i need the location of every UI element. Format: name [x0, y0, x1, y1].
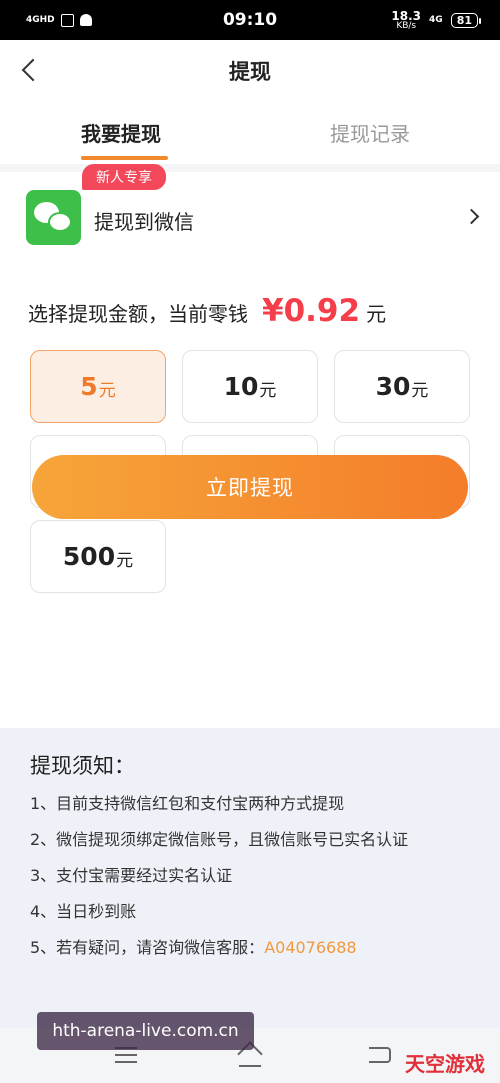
- back-button[interactable]: [14, 52, 46, 88]
- amount-option-500[interactable]: 500 元: [30, 520, 166, 593]
- amount-unit: 元: [411, 381, 429, 401]
- balance-unit: 元: [366, 302, 387, 326]
- withdraw-notice: 提现须知： 1、目前支持微信红包和支付宝两种方式提现 2、微信提现须绑定微信账号…: [0, 728, 500, 1028]
- amount-option-5[interactable]: 5元: [30, 350, 166, 423]
- tab-withdraw-records[interactable]: 提现记录: [330, 118, 410, 147]
- network-indicator-right: 4G: [429, 14, 443, 25]
- page-title: 提现: [229, 60, 271, 84]
- amount-value: 10: [223, 372, 259, 401]
- notice-item: 5、若有疑问，请咨询微信客服：A04076688: [30, 934, 357, 958]
- tab-withdraw[interactable]: 我要提现: [81, 118, 161, 147]
- nav-bar: 提现: [0, 40, 500, 100]
- balance-row: 选择提现金额，当前零钱 ¥0.92 元: [28, 293, 386, 329]
- network-speed: 18.3 KB/s: [391, 10, 421, 31]
- status-right: 18.3 KB/s 4G 81: [391, 10, 482, 31]
- withdraw-now-button[interactable]: 立即提现: [32, 455, 468, 519]
- status-bar: 4GHD 09:10 18.3 KB/s 4G 81: [0, 0, 500, 40]
- customer-service-id: A04076688: [264, 938, 357, 957]
- amount-option-10[interactable]: 10 元: [182, 350, 318, 423]
- bell-icon: [79, 14, 92, 26]
- amount-option-30[interactable]: 30 元: [334, 350, 470, 423]
- withdraw-target-row[interactable]: 提现到微信: [0, 172, 500, 268]
- amount-unit: 元: [116, 551, 134, 571]
- withdraw-target-label: 提现到微信: [94, 210, 194, 234]
- watermark-url: hth-arena-live.com.cn: [37, 1012, 254, 1050]
- balance-value: ¥0.92: [262, 293, 361, 329]
- chevron-left-icon: [21, 58, 45, 82]
- amount-unit: 元: [98, 381, 116, 401]
- amount-value: 500: [62, 542, 116, 571]
- notice-item-5-text: 5、若有疑问，请咨询微信客服：: [30, 938, 265, 957]
- battery-icon: 81: [450, 12, 482, 28]
- new-user-badge: 新人专享: [82, 164, 166, 190]
- notice-item: 4、当日秒到账: [30, 902, 137, 921]
- return-icon[interactable]: [369, 1047, 391, 1063]
- notice-title: 提现须知：: [30, 754, 135, 778]
- amount-value: 5: [80, 372, 98, 401]
- tab-active-indicator: [81, 156, 168, 160]
- wechat-icon: [26, 190, 81, 245]
- notice-item: 1、目前支持微信红包和支付宝两种方式提现: [30, 794, 345, 813]
- tab-bar: 我要提现 提现记录: [0, 100, 500, 164]
- status-left: 4GHD: [26, 13, 92, 27]
- app-notification-icon: [60, 13, 74, 27]
- network-speed-unit: KB/s: [396, 20, 417, 31]
- wechat-bubble-small: [48, 212, 72, 232]
- chevron-right-icon: [463, 208, 480, 225]
- balance-label: 选择提现金额，当前零钱: [28, 302, 248, 326]
- network-indicator-left: 4GHD: [26, 14, 55, 25]
- amount-value: 30: [375, 372, 411, 401]
- notice-item: 2、微信提现须绑定微信账号，且微信账号已实名认证: [30, 830, 409, 849]
- watermark-brand: 天空游戏: [405, 1052, 485, 1076]
- amount-unit: 元: [259, 381, 277, 401]
- notice-item: 3、支付宝需要经过实名认证: [30, 866, 233, 885]
